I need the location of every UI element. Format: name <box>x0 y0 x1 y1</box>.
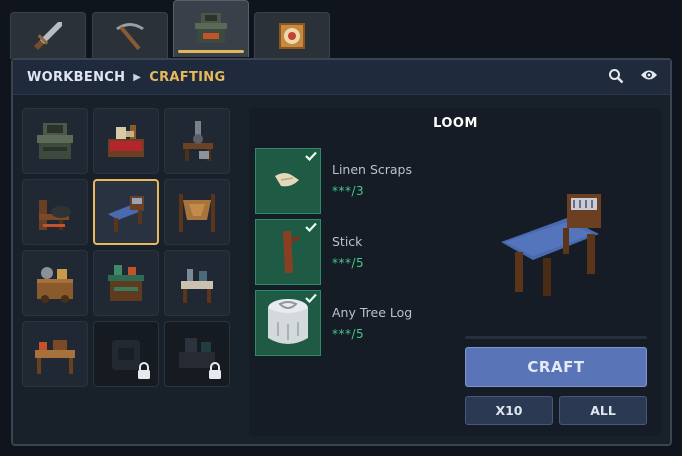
ingredient-quantity: ***/5 <box>332 327 365 341</box>
chair-forge-icon <box>39 200 71 230</box>
check-icon <box>305 151 317 161</box>
tab-weapons[interactable] <box>10 12 86 59</box>
craft-button[interactable]: CRAFT <box>465 347 647 387</box>
loom-icon <box>108 196 144 232</box>
carpentry-bench-icon <box>35 340 75 374</box>
recipe-slot-tool-bench[interactable] <box>164 108 230 174</box>
tab-target[interactable] <box>254 12 330 59</box>
tailoring-table-icon <box>108 125 144 157</box>
loom-preview-icon <box>501 194 601 296</box>
craft-x10-button[interactable]: X10 <box>465 396 553 425</box>
workbench-icon <box>37 123 73 159</box>
recipe-slot-herbalist[interactable] <box>93 250 159 316</box>
recipe-slot-tailoring[interactable] <box>93 108 159 174</box>
lock-icon <box>138 362 150 379</box>
breadcrumb: WORKBENCH ▶ CRAFTING <box>27 70 225 85</box>
recipe-slot-chair-forge[interactable] <box>22 179 88 245</box>
craft-all-button[interactable]: ALL <box>559 396 647 425</box>
ingredient-slot-linen-scraps[interactable] <box>255 148 321 214</box>
ingredient-slot-tree-log[interactable] <box>255 290 321 356</box>
recipe-slot-machine-locked[interactable] <box>164 321 230 387</box>
tool-bench-icon <box>183 121 213 161</box>
breadcrumb-crafting: CRAFTING <box>149 69 226 85</box>
alchemy-table-icon <box>181 269 213 303</box>
recipe-slot-cooking-station[interactable] <box>22 250 88 316</box>
divider <box>465 336 647 339</box>
eye-icon[interactable] <box>640 68 658 82</box>
recipe-slot-carpentry[interactable] <box>22 321 88 387</box>
recipe-grid <box>22 108 232 388</box>
lock-icon <box>209 362 221 379</box>
stick-icon <box>283 231 299 273</box>
ingredient-name: Any Tree Log <box>332 305 413 320</box>
recipe-slot-loom[interactable] <box>93 179 159 245</box>
breadcrumb-separator-icon: ▶ <box>133 71 142 83</box>
sword-icon <box>34 22 62 50</box>
check-icon <box>305 293 317 303</box>
crafting-window: WORKBENCH ▶ CRAFTING LOOM Linen Scraps *… <box>11 58 672 446</box>
tanning-rack-icon <box>179 194 215 232</box>
breadcrumb-workbench[interactable]: WORKBENCH <box>27 70 125 85</box>
search-icon[interactable] <box>608 68 624 84</box>
cooking-station-icon <box>37 267 73 303</box>
recipe-slot-tanning-rack[interactable] <box>164 179 230 245</box>
herbalist-table-icon <box>108 265 144 301</box>
recipe-slot-workbench[interactable] <box>22 108 88 174</box>
check-icon <box>305 222 317 232</box>
tab-tools[interactable] <box>92 12 168 59</box>
workbench-icon <box>195 13 227 43</box>
tab-workbench[interactable] <box>173 0 249 57</box>
tree-log-icon <box>268 299 308 344</box>
ingredient-quantity: ***/3 <box>332 184 365 198</box>
window-header: WORKBENCH ▶ CRAFTING <box>13 60 670 95</box>
item-title: LOOM <box>433 116 478 131</box>
ingredient-slot-stick[interactable] <box>255 219 321 285</box>
ingredient-name: Stick <box>332 234 363 249</box>
recipe-detail-panel: LOOM Linen Scraps ***/3 Stick ***/5 Any … <box>249 108 662 436</box>
ingredient-name: Linen Scraps <box>332 162 412 177</box>
linen-scraps-icon <box>275 173 299 187</box>
target-icon <box>279 23 305 49</box>
recipe-slot-furnace-locked[interactable] <box>93 321 159 387</box>
ingredient-quantity: ***/5 <box>332 256 365 270</box>
recipe-slot-alchemy[interactable] <box>164 250 230 316</box>
pickaxe-icon <box>116 23 144 51</box>
